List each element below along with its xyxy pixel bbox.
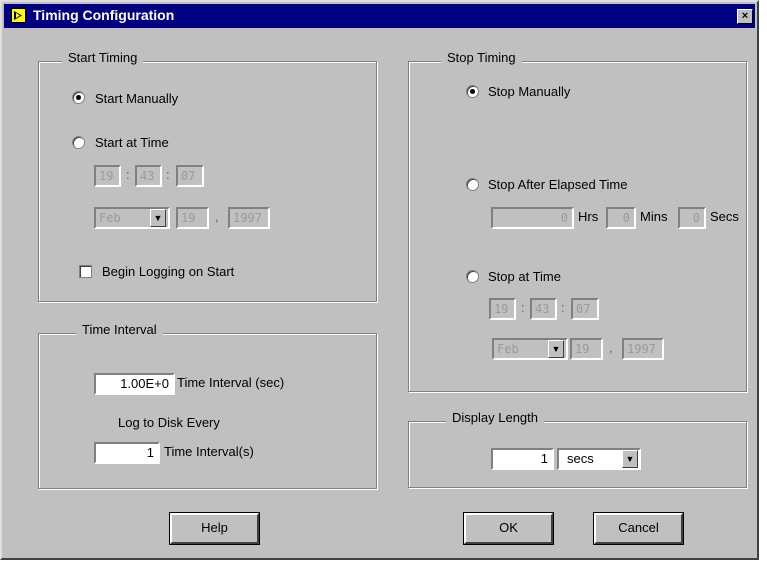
stop-after-elapsed-radio[interactable] bbox=[466, 178, 479, 191]
stop-colon-2: : bbox=[561, 300, 565, 315]
display-length-unit-arrow-icon[interactable]: ▼ bbox=[622, 450, 638, 468]
stop-comma: , bbox=[609, 340, 613, 355]
stop-minute-field[interactable]: 43 bbox=[530, 298, 557, 320]
start-comma: , bbox=[215, 209, 219, 224]
log-to-disk-label: Log to Disk Every bbox=[118, 415, 220, 430]
start-day-field[interactable]: 19 bbox=[176, 207, 209, 229]
log-interval-field[interactable]: 1 bbox=[94, 442, 160, 464]
time-interval-label: Time Interval (sec) bbox=[177, 375, 285, 390]
elapsed-hrs-label: Hrs bbox=[578, 209, 599, 224]
start-at-time-label[interactable]: Start at Time bbox=[95, 135, 169, 150]
cancel-button[interactable]: Cancel bbox=[593, 512, 684, 545]
display-length-field[interactable]: 1 bbox=[491, 448, 554, 470]
start-colon-2: : bbox=[166, 167, 170, 182]
begin-logging-label[interactable]: Begin Logging on Start bbox=[102, 264, 234, 279]
begin-logging-checkbox[interactable] bbox=[79, 265, 92, 278]
time-interval-field[interactable]: 1.00E+0 bbox=[94, 373, 175, 395]
help-button[interactable]: Help bbox=[169, 512, 260, 545]
stop-day-field[interactable]: 19 bbox=[570, 338, 603, 360]
display-length-title: Display Length bbox=[446, 410, 544, 425]
close-button[interactable]: × bbox=[737, 9, 753, 24]
start-colon-1: : bbox=[126, 167, 130, 182]
start-minute-field[interactable]: 43 bbox=[135, 165, 162, 187]
time-interval-group bbox=[38, 333, 377, 489]
stop-hour-field[interactable]: 19 bbox=[489, 298, 516, 320]
stop-manually-label[interactable]: Stop Manually bbox=[488, 84, 570, 99]
time-interval-title: Time Interval bbox=[76, 322, 163, 337]
title-bar[interactable]: Timing Configuration × bbox=[4, 4, 755, 28]
window-title: Timing Configuration bbox=[33, 7, 175, 23]
stop-at-time-radio[interactable] bbox=[466, 270, 479, 283]
start-at-time-radio[interactable] bbox=[72, 136, 85, 149]
stop-manually-radio[interactable] bbox=[466, 85, 479, 98]
app-icon bbox=[11, 8, 26, 23]
start-manually-label[interactable]: Start Manually bbox=[95, 91, 178, 106]
start-manually-radio[interactable] bbox=[72, 91, 85, 104]
start-hour-field[interactable]: 19 bbox=[94, 165, 121, 187]
elapsed-hrs-field[interactable]: 0 bbox=[491, 207, 574, 229]
elapsed-mins-label: Mins bbox=[640, 209, 668, 224]
log-interval-unit-label: Time Interval(s) bbox=[164, 444, 254, 459]
start-month-dropdown-arrow-icon[interactable]: ▼ bbox=[150, 209, 166, 227]
stop-second-field[interactable]: 07 bbox=[571, 298, 599, 320]
start-year-field[interactable]: 1997 bbox=[228, 207, 270, 229]
ok-button[interactable]: OK bbox=[463, 512, 554, 545]
start-timing-title: Start Timing bbox=[62, 50, 144, 65]
start-second-field[interactable]: 07 bbox=[176, 165, 204, 187]
stop-after-elapsed-label[interactable]: Stop After Elapsed Time bbox=[488, 177, 627, 192]
elapsed-mins-field[interactable]: 0 bbox=[606, 207, 636, 229]
stop-colon-1: : bbox=[521, 300, 525, 315]
stop-year-field[interactable]: 1997 bbox=[622, 338, 664, 360]
stop-at-time-label[interactable]: Stop at Time bbox=[488, 269, 561, 284]
timing-configuration-dialog: Timing Configuration × Start Timing Star… bbox=[0, 0, 759, 560]
elapsed-secs-label: Secs bbox=[710, 209, 739, 224]
elapsed-secs-field[interactable]: 0 bbox=[678, 207, 706, 229]
stop-timing-title: Stop Timing bbox=[441, 50, 522, 65]
stop-month-dropdown-arrow-icon[interactable]: ▼ bbox=[548, 340, 564, 358]
